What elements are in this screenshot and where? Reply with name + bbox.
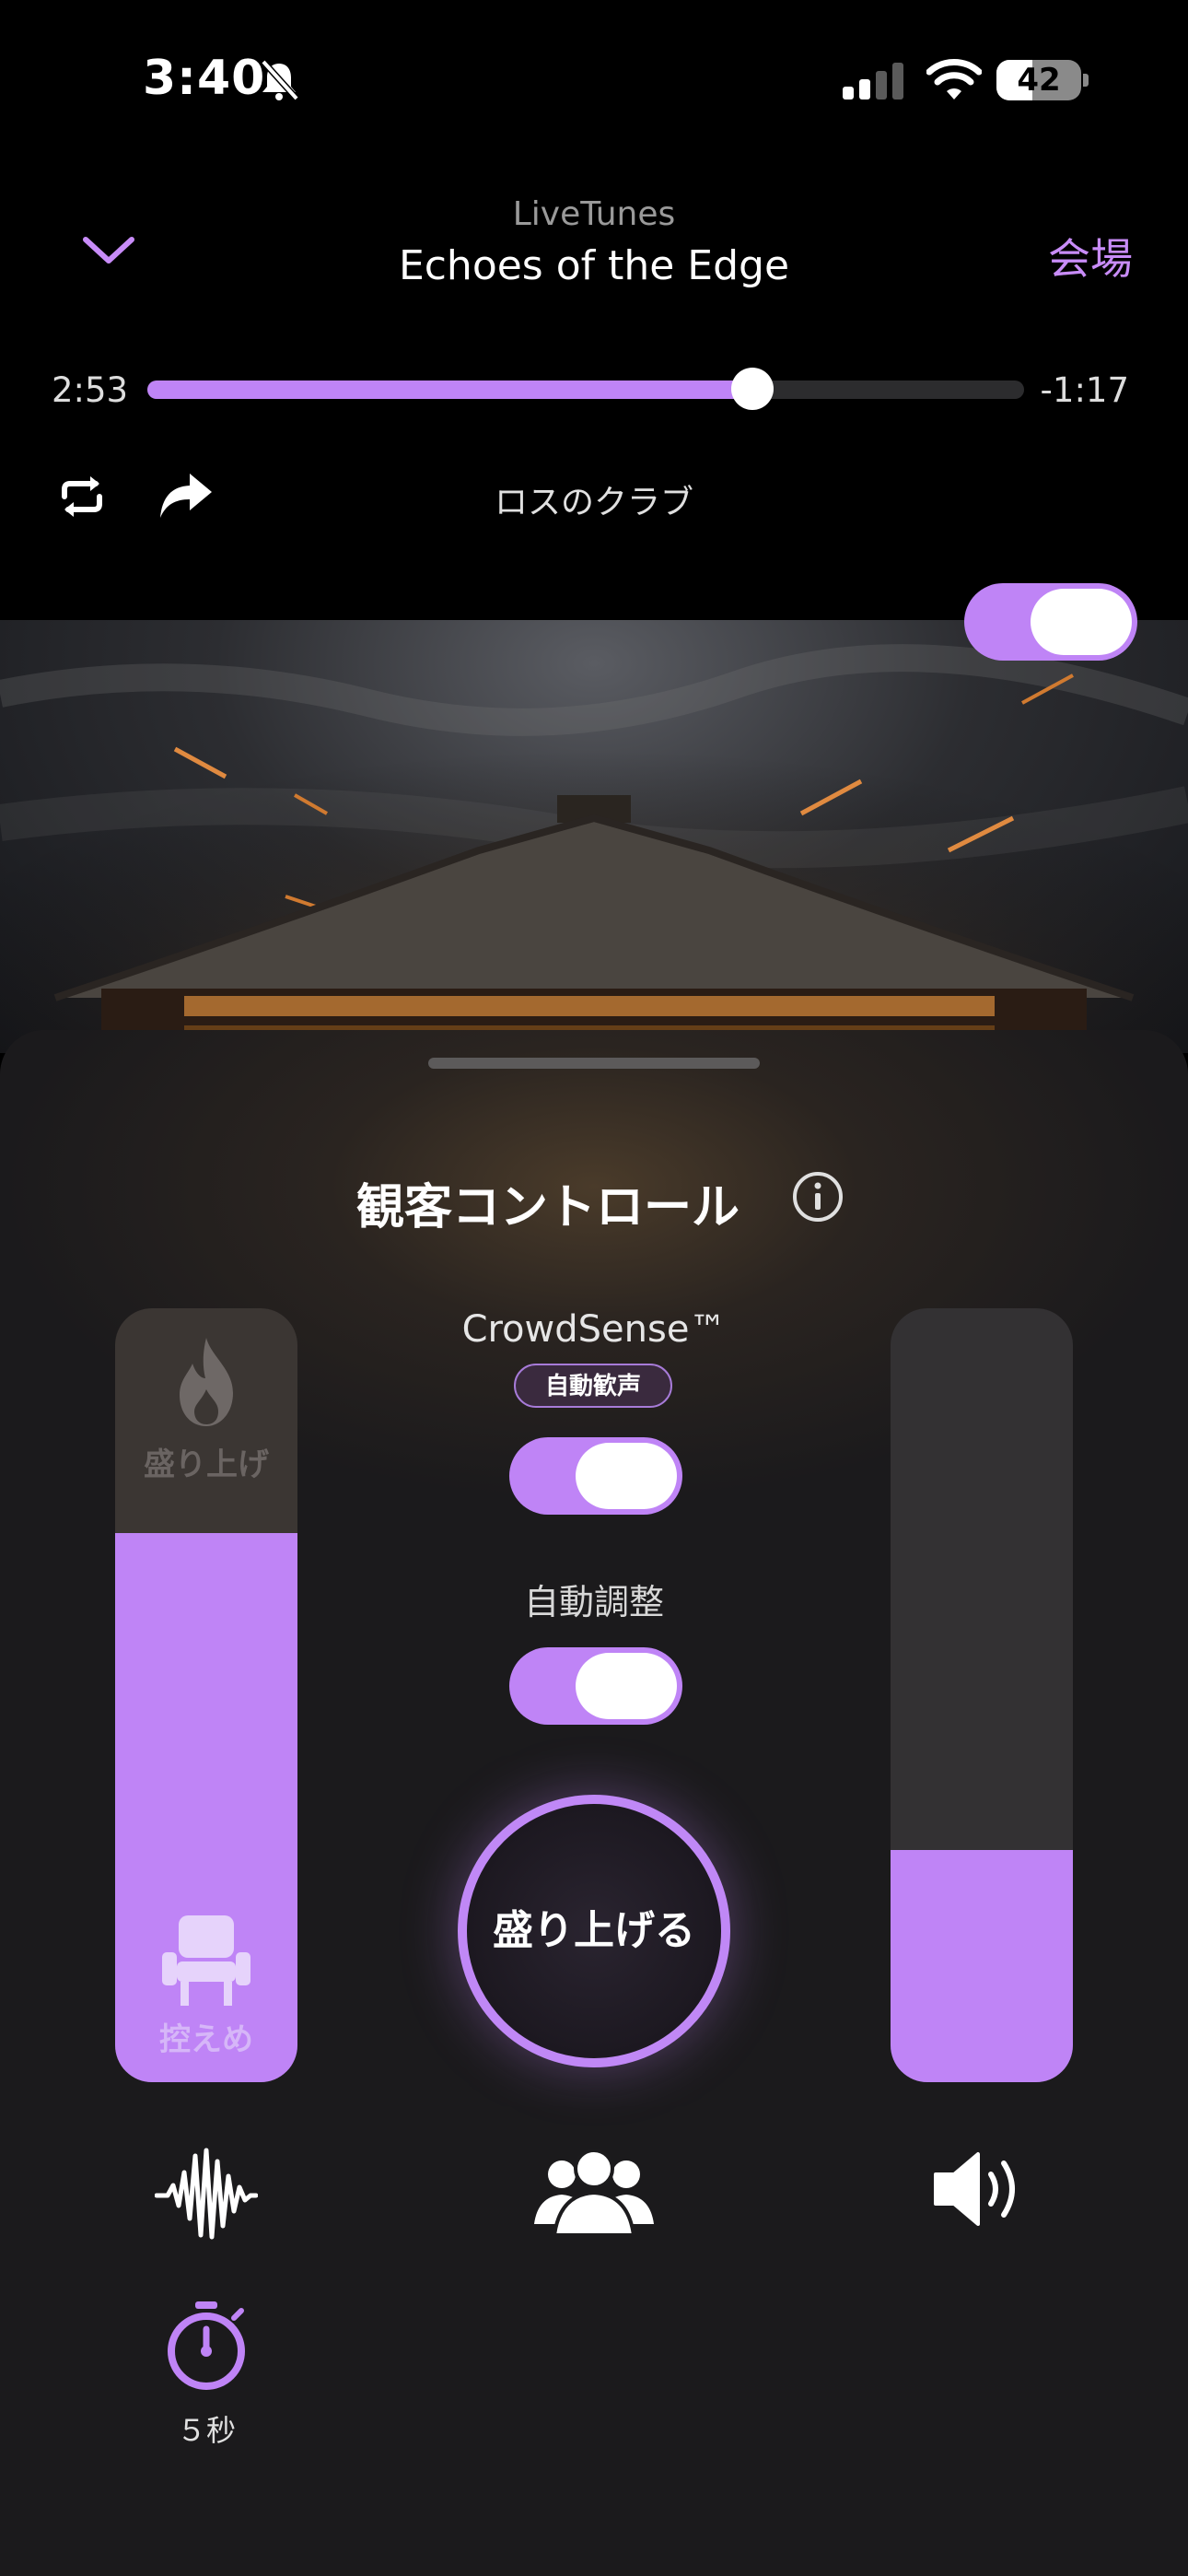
intensity-slider[interactable]: 盛り上げ 控えめ: [115, 1308, 297, 2082]
crowd-control-panel: 観客コントロール 盛り上げ 控えめ CrowdSense™ 自動歓声 自動調整 …: [0, 1030, 1188, 2576]
signal-icon: [843, 63, 903, 100]
progress-fill: [147, 381, 752, 399]
crowd-icon[interactable]: [534, 2147, 654, 2235]
toggle-knob: [576, 1653, 677, 1719]
auto-adjust-toggle[interactable]: [509, 1647, 682, 1725]
app-name: LiveTunes: [512, 195, 676, 233]
auto-cheer-badge: 自動歓声: [514, 1364, 672, 1408]
status-bar: 3:40 42: [0, 0, 1188, 157]
venue-button[interactable]: 会場: [1048, 226, 1133, 287]
volume-slider-fill: [891, 1850, 1073, 2082]
chair-icon: [162, 1915, 250, 2006]
battery-nub: [1083, 74, 1089, 87]
speaker-icon[interactable]: [932, 2149, 1028, 2230]
progress-bar[interactable]: [147, 368, 1024, 410]
crowdsense-toggle[interactable]: [509, 1437, 682, 1515]
panel-title: 観客コントロール: [355, 1180, 740, 1235]
progress-knob[interactable]: [730, 368, 774, 410]
battery-level: 42: [1017, 62, 1061, 99]
venue-image: [0, 620, 1188, 1053]
intensity-top-label: 盛り上げ: [144, 1446, 269, 1483]
elapsed-time: 2:53: [52, 370, 129, 410]
toggle-knob: [1031, 589, 1132, 655]
sheet-grabber[interactable]: [428, 1058, 760, 1069]
remaining-time: -1:17: [1040, 370, 1129, 410]
location-label: ロスのクラブ: [494, 484, 693, 521]
wifi-icon: [926, 59, 982, 100]
status-time: 3:40: [143, 51, 266, 106]
intensity-bottom-label: 控えめ: [159, 2021, 253, 2058]
volume-slider[interactable]: [891, 1308, 1073, 2082]
toggle-knob: [576, 1443, 677, 1509]
top-toggle-switch[interactable]: [964, 583, 1137, 661]
hype-button[interactable]: 盛り上げる: [458, 1795, 730, 2067]
hype-button-label: 盛り上げる: [493, 1907, 695, 1954]
waveform-icon[interactable]: [155, 2145, 258, 2246]
track-title: Echoes of the Edge: [398, 242, 790, 289]
bell-slash-icon: [261, 59, 299, 101]
timer-label: ５秒: [176, 2413, 236, 2448]
battery-indicator: 42: [996, 60, 1081, 100]
timer-icon[interactable]: [164, 2300, 249, 2392]
info-icon[interactable]: [792, 1171, 844, 1223]
